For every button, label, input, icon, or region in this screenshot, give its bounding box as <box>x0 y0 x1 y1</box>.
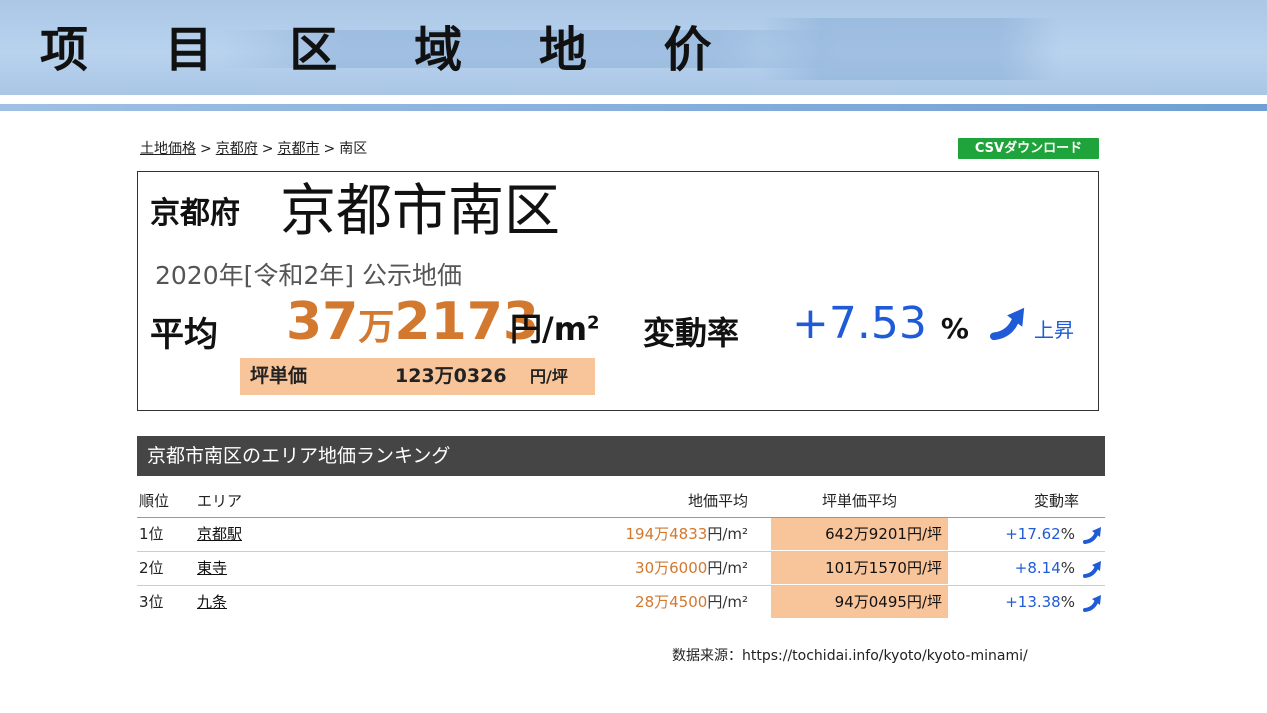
tsubo-unit: 円/坪 <box>530 367 568 386</box>
rate-percent: % <box>940 312 969 345</box>
price-cell: 30万6000円/m² <box>635 552 748 584</box>
rate-value: +8.14 <box>1014 559 1061 577</box>
rank-cell: 2位 <box>139 559 164 577</box>
rate-cell: +13.38% <box>1005 586 1075 618</box>
rate-percent: % <box>1060 559 1075 577</box>
table-row: 1位 京都駅 194万4833円/m² 642万9201円/坪 +17.62% <box>137 518 1105 552</box>
rate-value: +13.38 <box>1005 593 1061 611</box>
area-cell: 京都駅 <box>197 518 242 550</box>
price-unit-sup: 2 <box>587 312 600 334</box>
price-unit: 円/m² <box>707 593 748 611</box>
ward-name: 京都市南区 <box>280 179 560 244</box>
breadcrumb-link-kyoto-pref[interactable]: 京都府 <box>216 141 258 157</box>
change-rate-label: 変動率 <box>643 314 740 352</box>
tsubo-cell: 642万9201円/坪 <box>771 518 948 550</box>
rate-cell: +8.14% <box>1015 552 1075 584</box>
price-man-unit: 万 <box>358 307 395 348</box>
trend-label: 上昇 <box>1034 318 1074 342</box>
rate-percent: % <box>1060 593 1075 611</box>
area-link[interactable]: 九条 <box>197 593 227 611</box>
price-value: 194万4833 <box>625 525 708 543</box>
ranking-table: 順位 エリア 地価平均 坪単価平均 変動率 1位 京都駅 194万4833円/m… <box>137 485 1105 619</box>
price-man: 37 <box>286 292 359 352</box>
ranking-title: 京都市南区のエリア地価ランキング <box>137 436 1105 476</box>
csv-download-button[interactable]: CSVダウンロード <box>958 138 1099 159</box>
rate-percent: % <box>1060 525 1075 543</box>
header-divider <box>0 104 1267 111</box>
area-cell: 九条 <box>197 586 227 618</box>
breadcrumb: 土地価格 > 京都府 > 京都市 > 南区 <box>140 138 367 158</box>
breadcrumb-current: 南区 <box>339 141 368 157</box>
rate-number: +7.53 <box>792 298 927 349</box>
breadcrumb-link-land-price[interactable]: 土地価格 <box>140 141 196 157</box>
col-header-price: 地価平均 <box>687 492 748 510</box>
rank-cell: 1位 <box>139 525 164 543</box>
area-link[interactable]: 京都駅 <box>197 525 242 543</box>
price-unit-text: 円/m <box>510 310 588 348</box>
price-unit: 円/m² <box>707 559 748 577</box>
table-row: 3位 九条 28万4500円/m² 94万0495円/坪 +13.38% <box>137 586 1105 619</box>
prefecture-name: 京都府 <box>150 196 240 231</box>
col-header-rate: 変動率 <box>1033 492 1079 510</box>
header-decoration <box>760 18 1060 80</box>
area-link[interactable]: 東寺 <box>197 559 227 577</box>
col-header-area: エリア <box>197 492 243 510</box>
survey-year: 2020年[令和2年] 公示地価 <box>155 261 462 290</box>
breadcrumb-separator: > <box>261 141 274 157</box>
average-price: 37万2173 <box>286 290 539 360</box>
average-label: 平均 <box>150 315 218 355</box>
summary-panel: 京都府 京都市南区 2020年[令和2年] 公示地価 平均 37万2173 円/… <box>137 171 1099 411</box>
tsubo-price-box: 坪単価 123万0326 円/坪 <box>240 358 595 395</box>
rank-cell: 3位 <box>139 593 164 611</box>
price-value: 28万4500 <box>635 593 708 611</box>
price-value: 30万6000 <box>635 559 708 577</box>
area-cell: 東寺 <box>197 552 227 584</box>
tsubo-cell: 101万1570円/坪 <box>771 552 948 584</box>
price-cell: 28万4500円/m² <box>635 586 748 618</box>
rate-value: +17.62 <box>1005 525 1061 543</box>
table-row: 2位 東寺 30万6000円/m² 101万1570円/坪 +8.14% <box>137 552 1105 586</box>
source-note: 数据来源：https://tochidai.info/kyoto/kyoto-m… <box>672 648 1028 664</box>
breadcrumb-link-kyoto-city[interactable]: 京都市 <box>277 141 319 157</box>
price-unit: 円/m2 <box>510 304 600 350</box>
col-header-rank: 順位 <box>139 492 170 510</box>
trend-up-arrow-icon <box>1083 561 1101 578</box>
breadcrumb-separator: > <box>323 141 336 157</box>
tsubo-value: 123万0326 <box>395 365 507 387</box>
col-header-tsubo: 坪単価平均 <box>821 492 897 510</box>
trend-up-arrow-icon <box>990 307 1025 341</box>
slide-header: 项 目 区 域 地 价 <box>0 0 1267 95</box>
breadcrumb-separator: > <box>200 141 212 157</box>
tsubo-cell: 94万0495円/坪 <box>771 586 948 618</box>
slide-title: 项 目 区 域 地 价 <box>40 22 742 78</box>
rate-cell: +17.62% <box>1005 518 1075 550</box>
price-unit: 円/m² <box>707 525 748 543</box>
tsubo-label: 坪単価 <box>250 365 308 387</box>
trend-up-arrow-icon <box>1083 595 1101 612</box>
change-rate-value: +7.53 % <box>792 296 969 357</box>
ranking-header-row: 順位 エリア 地価平均 坪単価平均 変動率 <box>137 485 1105 518</box>
price-cell: 194万4833円/m² <box>626 518 749 550</box>
trend-up-arrow-icon <box>1083 527 1101 544</box>
